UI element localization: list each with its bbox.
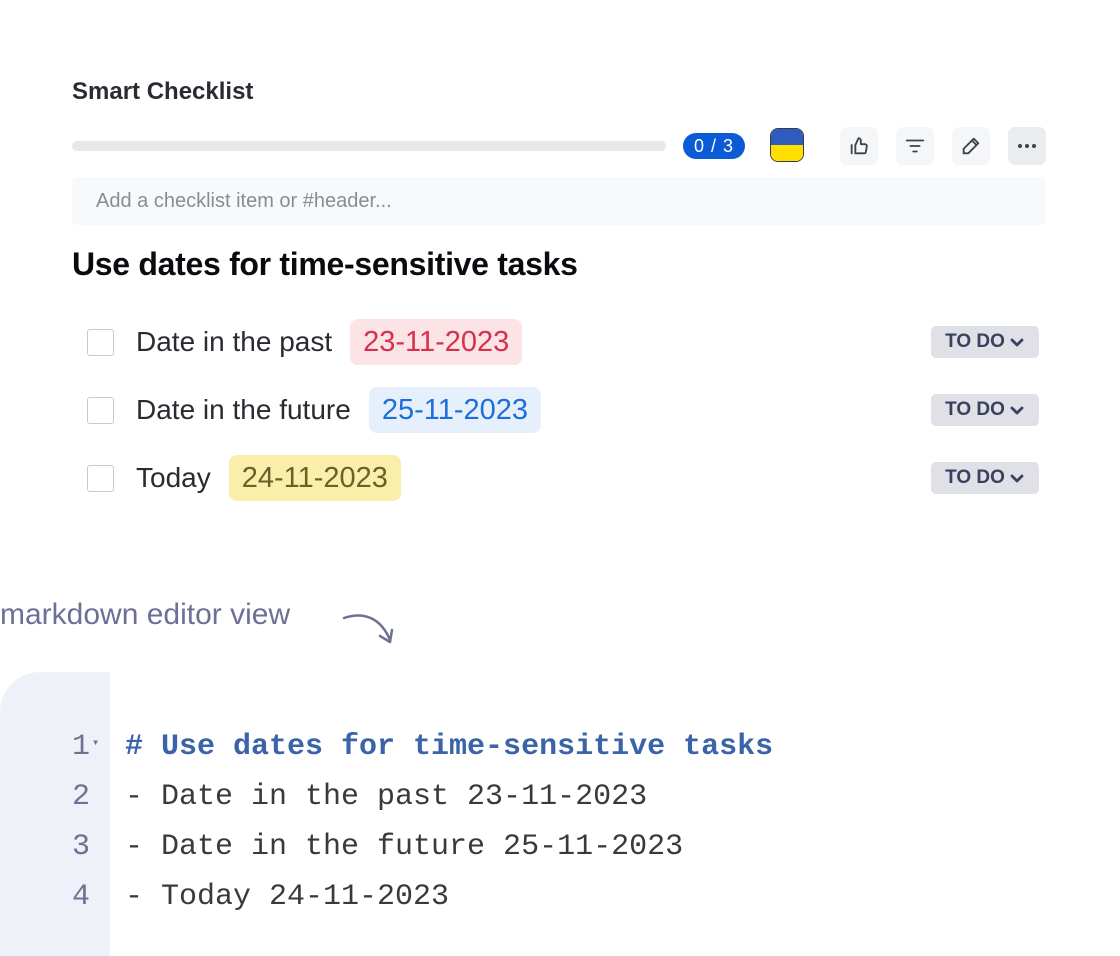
status-dropdown[interactable]: TO DO (931, 394, 1039, 426)
add-item-field[interactable] (72, 177, 1046, 225)
more-button[interactable] (1008, 127, 1046, 165)
line-number: 2 (72, 780, 91, 814)
fold-caret-icon[interactable]: ▾ (92, 736, 99, 750)
editor-line[interactable]: 3 - Date in the future 25-11-2023 (0, 822, 1120, 872)
pencil-icon (962, 137, 980, 155)
checklist-item-text: Date in the future (136, 394, 351, 425)
progress-bar (72, 141, 666, 151)
checklist-item-checkbox[interactable] (87, 396, 114, 424)
line-number: 4 (72, 880, 91, 914)
line-number: 1 ▾ (72, 730, 100, 764)
chevron-down-icon (1010, 474, 1024, 483)
status-label: TO DO (945, 467, 1005, 488)
editor-line[interactable]: 1 ▾ # Use dates for time-sensitive tasks (0, 722, 1120, 772)
line-content: - Date in the future 25-11-2023 (125, 830, 684, 864)
line-number: 3 (72, 830, 91, 864)
edit-button[interactable] (952, 127, 990, 165)
checklist-item-date-badge[interactable]: 25-11-2023 (368, 387, 542, 433)
more-horizontal-icon (1018, 144, 1036, 148)
annotation-label: markdown editor view (0, 598, 291, 631)
filter-icon (905, 139, 925, 153)
checklist-item-date-badge[interactable]: 23-11-2023 (350, 319, 523, 365)
status-label: TO DO (945, 331, 1005, 352)
checklist-item-checkbox[interactable] (87, 464, 114, 492)
status-label: TO DO (945, 399, 1005, 420)
checklist-item-text: Today (136, 462, 211, 493)
checklist-item: Date in the future 25-11-2023 (87, 386, 542, 434)
flag-icon[interactable] (770, 128, 804, 162)
checklist-title: Smart Checklist (72, 78, 254, 105)
chevron-down-icon (1010, 338, 1024, 347)
filter-button[interactable] (896, 127, 934, 165)
add-item-input[interactable] (72, 177, 1046, 225)
line-content: # Use dates for time-sensitive tasks (125, 730, 774, 764)
checklist-section-header: Use dates for time-sensitive tasks (72, 246, 578, 282)
markdown-editor[interactable]: 1 ▾ # Use dates for time-sensitive tasks 2-… (0, 672, 1120, 956)
status-dropdown[interactable]: TO DO (931, 462, 1039, 494)
chevron-down-icon (1010, 406, 1024, 415)
like-button[interactable] (840, 127, 878, 165)
curved-arrow-icon (342, 614, 394, 644)
checklist-item-checkbox[interactable] (87, 328, 114, 356)
line-content: - Date in the past 23-11-2023 (125, 780, 648, 814)
checklist-item: Today 24-11-2023 (87, 454, 401, 502)
checklist-item-date-badge[interactable]: 24-11-2023 (228, 455, 401, 501)
progress-count-badge: 0 / 3 (683, 133, 745, 159)
editor-line[interactable]: 4 - Today 24-11-2023 (0, 872, 1120, 922)
editor-line[interactable]: 2 - Date in the past 23-11-2023 (0, 772, 1120, 822)
checklist-item: Date in the past 23-11-2023 (87, 318, 523, 366)
thumbs-up-icon (850, 137, 868, 155)
checklist-item-text: Date in the past (136, 326, 333, 357)
status-dropdown[interactable]: TO DO (931, 326, 1039, 358)
line-content: - Today 24-11-2023 (125, 880, 450, 914)
